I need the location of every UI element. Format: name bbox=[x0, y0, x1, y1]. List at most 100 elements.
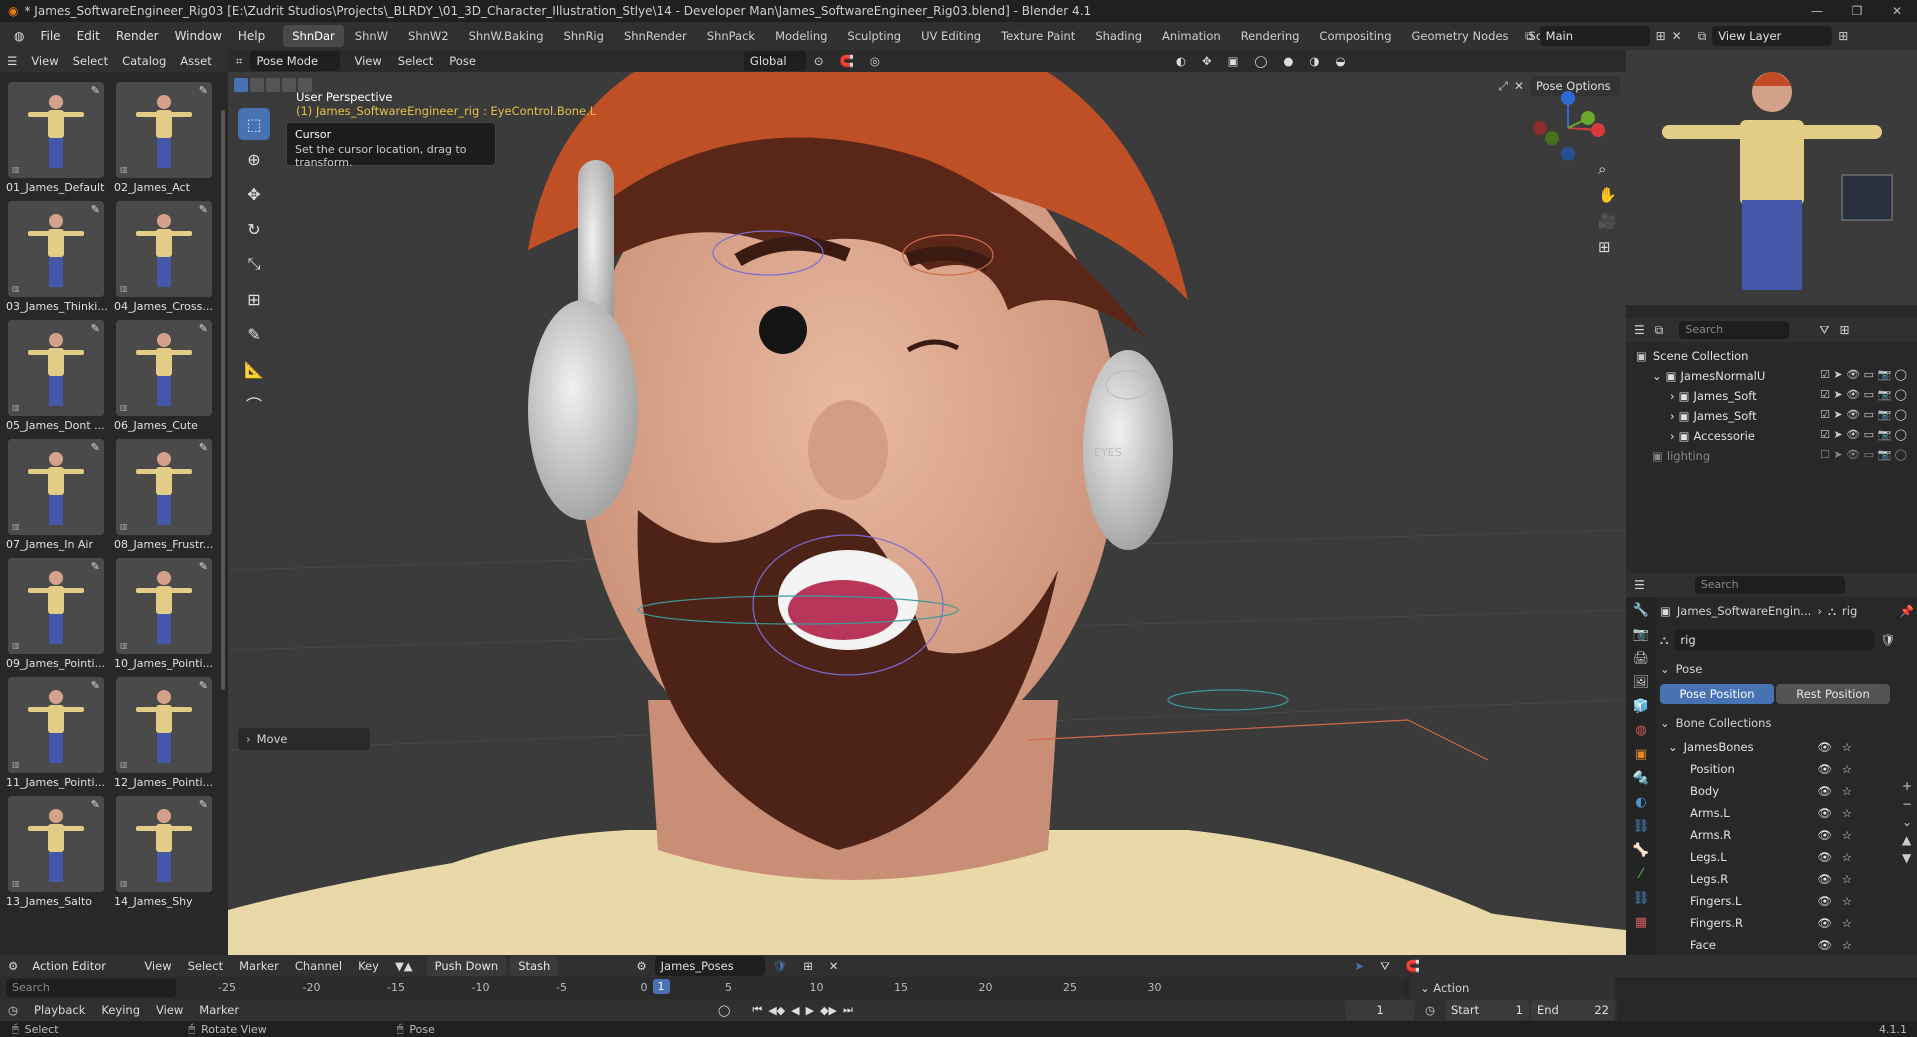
xray-icon[interactable]: ▣ bbox=[1220, 54, 1247, 68]
fake-user-icon[interactable]: 🛡 bbox=[765, 959, 796, 973]
bone-collection-item[interactable]: ⌄ JamesBones 👁 ☆ bbox=[1660, 736, 1886, 758]
action-panel-title[interactable]: Action bbox=[1433, 981, 1469, 995]
edit-pose-icon[interactable]: ✎ bbox=[91, 322, 100, 335]
move-down-icon[interactable]: ▼ bbox=[1902, 851, 1912, 865]
armature-data-icon[interactable]: ⛬ bbox=[1660, 633, 1668, 648]
solo-star-icon[interactable]: ☆ bbox=[1842, 916, 1852, 930]
render-tab-icon[interactable]: 📷 bbox=[1633, 627, 1649, 642]
gizmo-icon[interactable]: ✥ bbox=[1194, 54, 1220, 68]
pose-thumbnail[interactable]: ✎ ▥ 05_James_Dont ... bbox=[6, 318, 110, 437]
summary-filter-icon[interactable]: ⛛ bbox=[1372, 959, 1398, 974]
bone-tab-icon[interactable]: ⁄ bbox=[1640, 867, 1642, 882]
pin-icon[interactable]: 📌 bbox=[1900, 604, 1914, 618]
snap-view-icon[interactable]: ⤢ bbox=[1498, 79, 1508, 94]
solo-star-icon[interactable]: ☆ bbox=[1842, 938, 1852, 952]
select-subtract-icon[interactable] bbox=[266, 78, 280, 92]
pose-thumbnail[interactable]: ✎ ▥ 14_James_Shy bbox=[114, 794, 218, 913]
select-invert-icon[interactable] bbox=[282, 78, 296, 92]
bone-collection-item[interactable]: Face 👁 ☆ bbox=[1660, 934, 1886, 956]
constraint-tab-icon[interactable]: ⛓ bbox=[1633, 819, 1650, 834]
view-layer-selector[interactable]: View Layer bbox=[1712, 26, 1833, 46]
select-new-icon[interactable] bbox=[234, 78, 248, 92]
stash-button[interactable]: Stash bbox=[510, 956, 559, 976]
bone-roll-tool-icon[interactable]: ⌒ bbox=[238, 388, 270, 420]
bone-collection-item[interactable]: Position 👁 ☆ bbox=[1660, 758, 1886, 780]
transform-orientation-selector[interactable]: Global bbox=[743, 51, 806, 71]
edit-pose-icon[interactable]: ✎ bbox=[91, 203, 100, 216]
new-scene-icon[interactable]: ⊞ bbox=[1656, 29, 1666, 43]
expand-icon[interactable]: › bbox=[1670, 409, 1675, 423]
solo-star-icon[interactable]: ☆ bbox=[1842, 850, 1852, 864]
auto-key-icon[interactable]: ◯ bbox=[718, 1004, 730, 1017]
workspace-tab-shndar[interactable]: ShnDar bbox=[283, 25, 344, 47]
menu-edit[interactable]: Edit bbox=[69, 22, 108, 50]
eye-icon[interactable]: 👁 bbox=[1817, 740, 1832, 754]
solo-star-icon[interactable]: ☆ bbox=[1842, 784, 1852, 798]
solo-star-icon[interactable]: ☆ bbox=[1842, 806, 1852, 820]
pose-panel-header[interactable]: ⌄ Pose bbox=[1660, 662, 1914, 676]
pose-thumbnail[interactable]: ✎ ▥ 04_James_Cross... bbox=[114, 199, 218, 318]
snap-icon[interactable]: 🧲 bbox=[1398, 959, 1428, 973]
scale-tool-icon[interactable]: ⤡ bbox=[238, 248, 270, 280]
move-up-icon[interactable]: ▲ bbox=[1902, 833, 1912, 847]
view-layer-tab-icon[interactable]: 🖼 bbox=[1633, 675, 1650, 690]
zoom-icon[interactable]: ⌕ bbox=[1598, 160, 1617, 178]
visibility-controls[interactable]: ☑ ➤ 👁 ▭ 📷 ◯ bbox=[1820, 368, 1907, 381]
workspace-tab-rendering[interactable]: Rendering bbox=[1232, 25, 1309, 47]
action-name-field[interactable]: James_Poses bbox=[654, 956, 765, 976]
visibility-controls[interactable]: ☑ ➤ 👁 ▭ 📷 ◯ bbox=[1820, 388, 1907, 401]
layer-up-icon[interactable]: ▼▲ bbox=[387, 959, 421, 973]
remove-collection-icon[interactable]: − bbox=[1902, 797, 1912, 811]
expand-icon[interactable]: ⌄ bbox=[1652, 369, 1662, 383]
menu-view[interactable]: View bbox=[136, 959, 179, 973]
tool-tab-icon[interactable]: 🔧 bbox=[1633, 603, 1649, 618]
outliner-row[interactable]: ▣ lighting ☐ ➤ 👁 ▭ 📷 ◯ bbox=[1632, 446, 1911, 466]
view-layer-icon[interactable]: ⧉ bbox=[1698, 29, 1707, 44]
menu-key[interactable]: Key bbox=[350, 959, 387, 973]
solo-star-icon[interactable]: ☆ bbox=[1842, 894, 1852, 908]
new-action-icon[interactable]: ⊞ bbox=[795, 959, 821, 973]
menu-view[interactable]: View bbox=[148, 1003, 191, 1017]
eye-icon[interactable]: 👁 bbox=[1817, 850, 1832, 864]
workspace-tab-animation[interactable]: Animation bbox=[1153, 25, 1230, 47]
next-keyframe-icon[interactable]: ◆▶ bbox=[820, 1004, 837, 1017]
bone-collection-item[interactable]: Arms.R 👁 ☆ bbox=[1660, 824, 1886, 846]
delete-scene-icon[interactable]: ✕ bbox=[1672, 29, 1682, 43]
edit-pose-icon[interactable]: ✎ bbox=[91, 84, 100, 97]
pose-thumbnail[interactable]: ✎ ▥ 03_James_Thinki... bbox=[6, 199, 110, 318]
rest-position-button[interactable]: Rest Position bbox=[1776, 684, 1890, 704]
eye-icon[interactable]: 👁 bbox=[1817, 806, 1832, 820]
menu-catalog[interactable]: Catalog bbox=[115, 54, 173, 68]
bone-collection-item[interactable]: Fingers.R 👁 ☆ bbox=[1660, 912, 1886, 934]
edit-pose-icon[interactable]: ✎ bbox=[199, 798, 208, 811]
menu-render[interactable]: Render bbox=[108, 22, 167, 50]
eye-icon[interactable]: 👁 bbox=[1817, 872, 1832, 886]
armature-data-name[interactable]: rig bbox=[1674, 630, 1875, 650]
camera-view-icon[interactable]: 🎥 bbox=[1598, 212, 1617, 230]
collection-menu-icon[interactable]: ⌄ bbox=[1902, 815, 1912, 829]
properties-editor-icon[interactable]: ☰ bbox=[1634, 578, 1645, 592]
bone-collection-item[interactable]: Legs.R 👁 ☆ bbox=[1660, 868, 1886, 890]
outliner-row-scene-collection[interactable]: ▣ Scene Collection bbox=[1632, 346, 1911, 366]
edit-pose-icon[interactable]: ✎ bbox=[199, 84, 208, 97]
outliner-row[interactable]: › ▣ Accessorie ☑ ➤ 👁 ▭ 📷 ◯ bbox=[1632, 426, 1911, 446]
menu-marker[interactable]: Marker bbox=[231, 959, 287, 973]
select-extend-icon[interactable] bbox=[250, 78, 264, 92]
move-tool-icon[interactable]: ✥ bbox=[238, 178, 270, 210]
texture-tab-icon[interactable]: ▦ bbox=[1635, 915, 1647, 930]
edit-pose-icon[interactable]: ✎ bbox=[199, 203, 208, 216]
menu-view[interactable]: View bbox=[24, 54, 65, 68]
menu-select[interactable]: Select bbox=[66, 54, 115, 68]
outliner-row[interactable]: ⌄ ▣ JamesNormalU ☑ ➤ 👁 ▭ 📷 ◯ bbox=[1632, 366, 1911, 386]
outliner-editor-icon[interactable]: ☰ bbox=[1634, 323, 1645, 337]
shading-solid-icon[interactable]: ● bbox=[1275, 54, 1301, 68]
annotate-tool-icon[interactable]: ✎ bbox=[238, 318, 270, 350]
rotate-tool-icon[interactable]: ↻ bbox=[238, 213, 270, 245]
menu-select[interactable]: Select bbox=[180, 959, 231, 973]
menu-file[interactable]: File bbox=[32, 22, 68, 50]
menu-view[interactable]: View bbox=[346, 54, 389, 68]
display-mode-icon[interactable]: ⧉ bbox=[1655, 323, 1664, 338]
close-icon[interactable]: ✕ bbox=[1877, 0, 1917, 22]
interaction-mode-selector[interactable]: Pose Mode bbox=[250, 51, 341, 71]
expand-icon[interactable]: › bbox=[1670, 429, 1675, 443]
